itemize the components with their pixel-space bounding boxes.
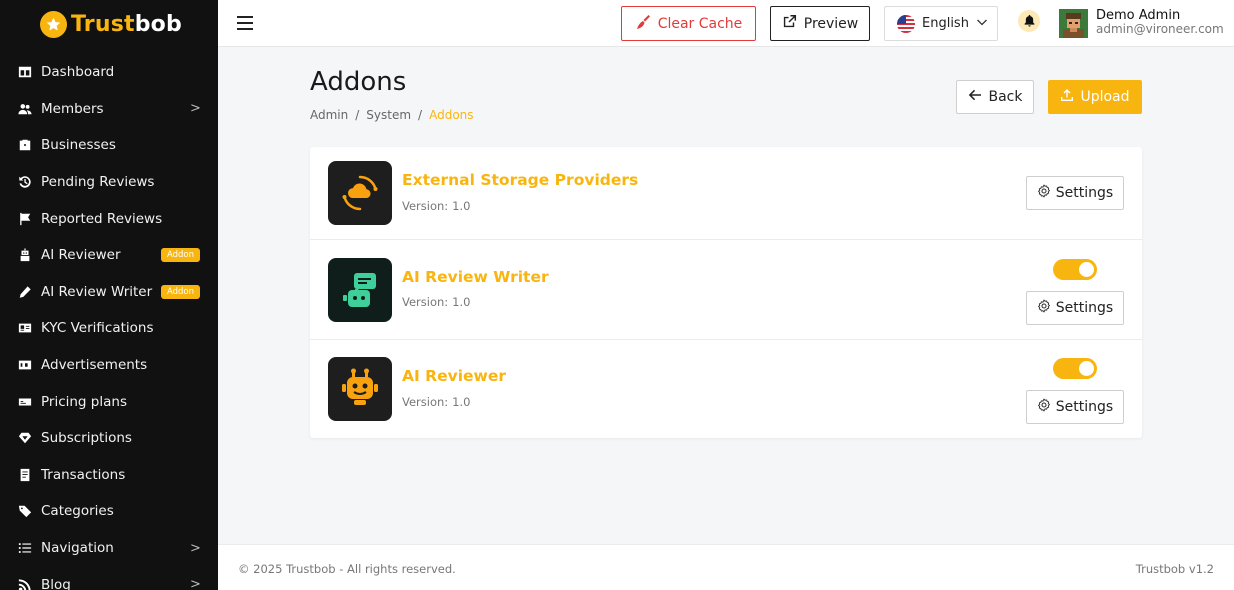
pricing-icon	[17, 394, 33, 410]
chevron-right-icon: >	[190, 101, 201, 117]
breadcrumb-admin[interactable]: Admin	[310, 108, 348, 122]
breadcrumb-separator: /	[418, 108, 423, 122]
preview-button[interactable]: Preview	[770, 6, 870, 41]
ai-writer-icon	[328, 258, 392, 322]
star-icon	[40, 10, 67, 38]
logo[interactable]: Trustbob	[0, 0, 218, 48]
list-item: AI Review Writer Version: 1.0 Settings	[310, 240, 1142, 340]
sidebar-item-members[interactable]: Members >	[0, 91, 218, 128]
briefcase-icon	[17, 137, 33, 153]
toggle-knob	[1079, 262, 1094, 277]
sidebar-item-categories[interactable]: Categories	[0, 493, 218, 530]
sidebar-item-ai-reviewer[interactable]: AI Reviewer Addon	[0, 237, 218, 274]
gear-icon	[1037, 184, 1051, 202]
sidebar-nav: Dashboard Members > Businesses Pending R…	[0, 54, 218, 590]
history-icon	[17, 174, 33, 190]
dashboard-icon	[17, 64, 33, 80]
sidebar-item-advertisements[interactable]: Advertisements	[0, 347, 218, 384]
arrow-left-icon	[968, 88, 982, 106]
user-menu[interactable]: Demo Admin admin@vironeer.com	[1096, 8, 1224, 37]
user-name: Demo Admin	[1096, 8, 1181, 23]
settings-button[interactable]: Settings	[1026, 291, 1124, 325]
menu-toggle-icon[interactable]	[237, 16, 253, 30]
upload-icon	[1060, 88, 1074, 106]
addon-version: Version: 1.0	[402, 295, 471, 309]
sidebar-item-transactions[interactable]: Transactions	[0, 457, 218, 494]
sidebar: Trustbob Dashboard Members > Businesses …	[0, 0, 218, 590]
robot-icon	[17, 247, 33, 263]
pen-icon	[17, 284, 33, 300]
broom-icon	[635, 14, 651, 34]
language-select[interactable]: English	[884, 6, 998, 41]
toggle-knob	[1079, 361, 1094, 376]
footer: © 2025 Trustbob - All rights reserved. T…	[218, 544, 1234, 590]
settings-button[interactable]: Settings	[1026, 390, 1124, 424]
gear-icon	[1037, 398, 1051, 416]
user-email: admin@vironeer.com	[1096, 22, 1224, 37]
addon-badge: Addon	[160, 284, 200, 299]
sidebar-item-blog[interactable]: Blog >	[0, 566, 218, 590]
addon-status-toggle[interactable]	[1053, 259, 1097, 280]
addon-version: Version: 1.0	[402, 199, 471, 213]
topbar: Clear Cache Preview English Demo Admin a…	[218, 0, 1234, 47]
back-button[interactable]: Back	[956, 80, 1034, 114]
sidebar-item-subscriptions[interactable]: Subscriptions	[0, 420, 218, 457]
clear-cache-button[interactable]: Clear Cache	[621, 6, 756, 41]
sidebar-item-kyc-verifications[interactable]: KYC Verifications	[0, 310, 218, 347]
addon-name[interactable]: External Storage Providers	[402, 171, 638, 189]
sidebar-item-reported-reviews[interactable]: Reported Reviews	[0, 200, 218, 237]
gear-icon	[1037, 299, 1051, 317]
external-link-icon	[782, 14, 797, 33]
page-title: Addons	[310, 67, 407, 97]
addons-list: External Storage Providers Version: 1.0 …	[310, 147, 1142, 438]
sidebar-item-pricing-plans[interactable]: Pricing plans	[0, 383, 218, 420]
diamond-icon	[17, 430, 33, 446]
sidebar-item-businesses[interactable]: Businesses	[0, 127, 218, 164]
upload-button[interactable]: Upload	[1048, 80, 1142, 114]
bell-icon	[1023, 12, 1036, 31]
breadcrumb-system[interactable]: System	[366, 108, 411, 122]
sidebar-item-pending-reviews[interactable]: Pending Reviews	[0, 164, 218, 201]
breadcrumb-addons: Addons	[429, 108, 474, 122]
list-item: AI Reviewer Version: 1.0 Settings	[310, 340, 1142, 438]
us-flag-icon	[897, 14, 915, 33]
addon-name[interactable]: AI Review Writer	[402, 268, 549, 286]
addon-status-toggle[interactable]	[1053, 358, 1097, 379]
notifications-button[interactable]	[1018, 10, 1040, 32]
sidebar-item-ai-review-writer[interactable]: AI Review Writer Addon	[0, 274, 218, 311]
list-item: External Storage Providers Version: 1.0 …	[310, 147, 1142, 240]
id-card-icon	[17, 320, 33, 336]
list-icon	[17, 540, 33, 556]
app-version: Trustbob v1.2	[1135, 562, 1214, 576]
breadcrumb-separator: /	[355, 108, 360, 122]
addon-badge: Addon	[160, 248, 200, 263]
receipt-icon	[17, 467, 33, 483]
chevron-down-icon	[976, 16, 988, 32]
chevron-right-icon: >	[190, 577, 201, 590]
ad-icon	[17, 357, 33, 373]
sidebar-item-dashboard[interactable]: Dashboard	[0, 54, 218, 91]
settings-button[interactable]: Settings	[1026, 176, 1124, 210]
cloud-storage-icon	[328, 161, 392, 225]
addon-version: Version: 1.0	[402, 395, 471, 409]
tags-icon	[17, 503, 33, 519]
ai-reviewer-robot-icon	[328, 357, 392, 421]
logo-text: Trustbob	[71, 11, 182, 37]
rss-icon	[17, 577, 33, 590]
addon-name[interactable]: AI Reviewer	[402, 367, 506, 385]
copyright-text: © 2025 Trustbob - All rights reserved.	[238, 562, 456, 576]
breadcrumb: Admin / System / Addons	[310, 108, 474, 122]
members-icon	[17, 101, 33, 117]
flag-icon	[17, 211, 33, 227]
avatar[interactable]	[1059, 9, 1088, 38]
chevron-right-icon: >	[190, 540, 201, 556]
sidebar-item-navigation[interactable]: Navigation >	[0, 530, 218, 567]
